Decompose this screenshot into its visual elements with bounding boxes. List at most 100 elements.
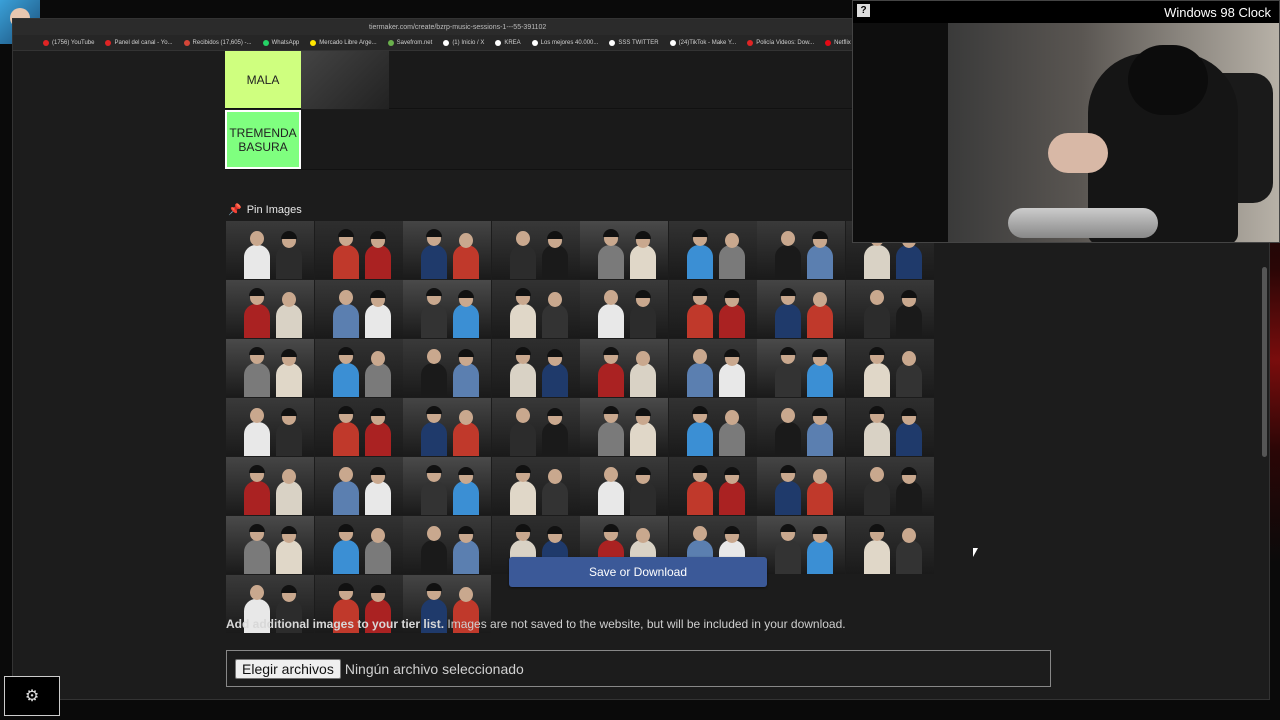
bookmark-item[interactable]: (1) Inicio / X: [443, 39, 485, 46]
add-images-bold: Add additional images to your tier list.: [226, 617, 445, 631]
page-scrollbar[interactable]: [1262, 267, 1267, 457]
bookmark-favicon-icon: [747, 39, 754, 46]
file-status: Ningún archivo seleccionado: [344, 660, 524, 677]
pinned-artist-image[interactable]: [403, 221, 491, 279]
pinned-artist-image[interactable]: [845, 398, 934, 456]
pinned-artist-image[interactable]: [314, 339, 403, 397]
pinned-artist-image[interactable]: [580, 221, 668, 279]
bookmark-item[interactable]: Panel del canal - Yo...: [105, 39, 173, 46]
pinned-artist-image[interactable]: [491, 398, 580, 456]
pinned-artist-image[interactable]: [403, 457, 491, 515]
pinned-artist-image[interactable]: [226, 398, 314, 456]
clock-title: Windows 98 Clock: [1164, 4, 1271, 20]
bookmark-favicon-icon: [531, 39, 538, 46]
choose-files-button[interactable]: Elegir archivos: [235, 658, 341, 679]
pinned-artist-image[interactable]: [491, 339, 580, 397]
bookmark-label: Mercado Libre Arge...: [319, 39, 377, 46]
pinned-artist-image[interactable]: [226, 280, 314, 338]
file-upload-field: Elegir archivos Ningún archivo seleccion…: [226, 650, 1051, 687]
pinned-artist-image[interactable]: [580, 280, 668, 338]
pin-icon: 📌: [228, 204, 242, 216]
pinned-artist-image[interactable]: [226, 516, 314, 574]
pinned-artist-image[interactable]: [491, 280, 580, 338]
bookmark-favicon-icon: [310, 39, 317, 46]
bookmark-label: Los mejores 40.000...: [540, 39, 599, 46]
pinned-artist-image[interactable]: [314, 221, 403, 279]
bookmark-item[interactable]: Savefrom.net: [387, 39, 432, 46]
pinned-artist-image[interactable]: [668, 339, 757, 397]
pinned-artist-image[interactable]: [668, 280, 757, 338]
pinned-artist-image[interactable]: [845, 516, 934, 574]
pinned-artist-image[interactable]: [403, 398, 491, 456]
tier-row-mala: MALA: [225, 51, 852, 109]
pinned-artist-image[interactable]: [757, 221, 845, 279]
bookmark-favicon-icon: [262, 39, 269, 46]
bookmark-label: (1) Inicio / X: [452, 39, 485, 46]
bookmark-item[interactable]: (1756) YouTube: [43, 39, 95, 46]
pinned-artist-image[interactable]: [580, 398, 668, 456]
bookmark-item[interactable]: Netflix: [825, 39, 851, 46]
pinned-artist-image[interactable]: [314, 457, 403, 515]
bookmark-item[interactable]: WhatsApp: [262, 39, 299, 46]
pinned-artist-image[interactable]: [403, 339, 491, 397]
bookmark-label: Policía Videos: Dow...: [756, 39, 815, 46]
bookmark-item[interactable]: Los mejores 40.000...: [531, 39, 599, 46]
bookmark-label: Panel del canal - Yo...: [114, 39, 173, 46]
pinned-artist-image[interactable]: [403, 280, 491, 338]
save-or-download-button[interactable]: Save or Download: [509, 557, 767, 587]
pinned-artist-image[interactable]: [757, 516, 845, 574]
pinned-artist-image[interactable]: [491, 457, 580, 515]
bookmark-item[interactable]: (24)TikTok - Make Y...: [669, 39, 736, 46]
clock-titlebar: ? Windows 98 Clock: [853, 1, 1279, 23]
pin-images-title: Pin Images: [246, 203, 302, 216]
pinned-artist-image[interactable]: [668, 457, 757, 515]
pinned-artist-image[interactable]: [757, 457, 845, 515]
pinned-artist-image[interactable]: [226, 457, 314, 515]
pinned-artist-image[interactable]: [580, 339, 668, 397]
add-images-rest: Images are not saved to the website, but…: [444, 617, 846, 631]
streamer-hand: [1048, 133, 1108, 173]
bookmark-favicon-icon: [105, 39, 112, 46]
bookmark-favicon-icon: [609, 39, 616, 46]
webcam-feed: [948, 23, 1279, 242]
pinned-artist-image[interactable]: [757, 339, 845, 397]
tier-label[interactable]: TREMENDA BASURA: [225, 110, 301, 169]
settings-gear-icon: ⚙: [4, 676, 60, 716]
pinned-artist-image[interactable]: [845, 339, 934, 397]
pinned-artist-image[interactable]: [314, 280, 403, 338]
bookmark-item[interactable]: Mercado Libre Arge...: [310, 39, 377, 46]
bookmark-label: Netflix: [834, 39, 851, 46]
pinned-artist-image[interactable]: [845, 280, 934, 338]
address-bar[interactable]: tiermaker.com/create/bzrp-music-sessions…: [369, 24, 546, 31]
pin-images-header: 📌 Pin Images: [228, 203, 302, 217]
mouse-cursor-icon: [973, 548, 978, 557]
pinned-artist-image[interactable]: [757, 280, 845, 338]
tier-image[interactable]: [301, 51, 389, 109]
tier-label[interactable]: MALA: [225, 51, 301, 108]
bookmark-favicon-icon: [387, 39, 394, 46]
bookmark-item[interactable]: Recibidos (17,605) -...: [183, 39, 252, 46]
pinned-artist-image[interactable]: [403, 516, 491, 574]
pinned-artist-image[interactable]: [668, 398, 757, 456]
pinned-artist-image[interactable]: [314, 516, 403, 574]
stream-stage: tiermaker.com/create/bzrp-music-sessions…: [0, 0, 1280, 720]
bookmark-favicon-icon: [669, 39, 676, 46]
pinned-artist-image[interactable]: [491, 221, 580, 279]
pinned-artist-image[interactable]: [580, 457, 668, 515]
pinned-artist-image[interactable]: [845, 457, 934, 515]
pinned-artist-image[interactable]: [314, 398, 403, 456]
pinned-artist-image[interactable]: [757, 398, 845, 456]
pinned-artist-image[interactable]: [668, 221, 757, 279]
bookmark-label: (1756) YouTube: [52, 39, 95, 46]
bookmark-label: Recibidos (17,605) -...: [192, 39, 252, 46]
bookmark-favicon-icon: [443, 39, 450, 46]
pinned-artist-image[interactable]: [226, 221, 314, 279]
add-images-instructions: Add additional images to your tier list.…: [226, 617, 846, 631]
streamer-head: [1128, 45, 1208, 115]
bookmark-item[interactable]: Policía Videos: Dow...: [747, 39, 815, 46]
bookmark-item[interactable]: KREA: [495, 39, 521, 46]
pinned-artist-image[interactable]: [226, 339, 314, 397]
bookmark-label: SSS TWITTER: [618, 39, 659, 46]
bookmark-item[interactable]: SSS TWITTER: [609, 39, 659, 46]
tier-row-tremenda-basura: TREMENDA BASURA: [225, 110, 852, 170]
